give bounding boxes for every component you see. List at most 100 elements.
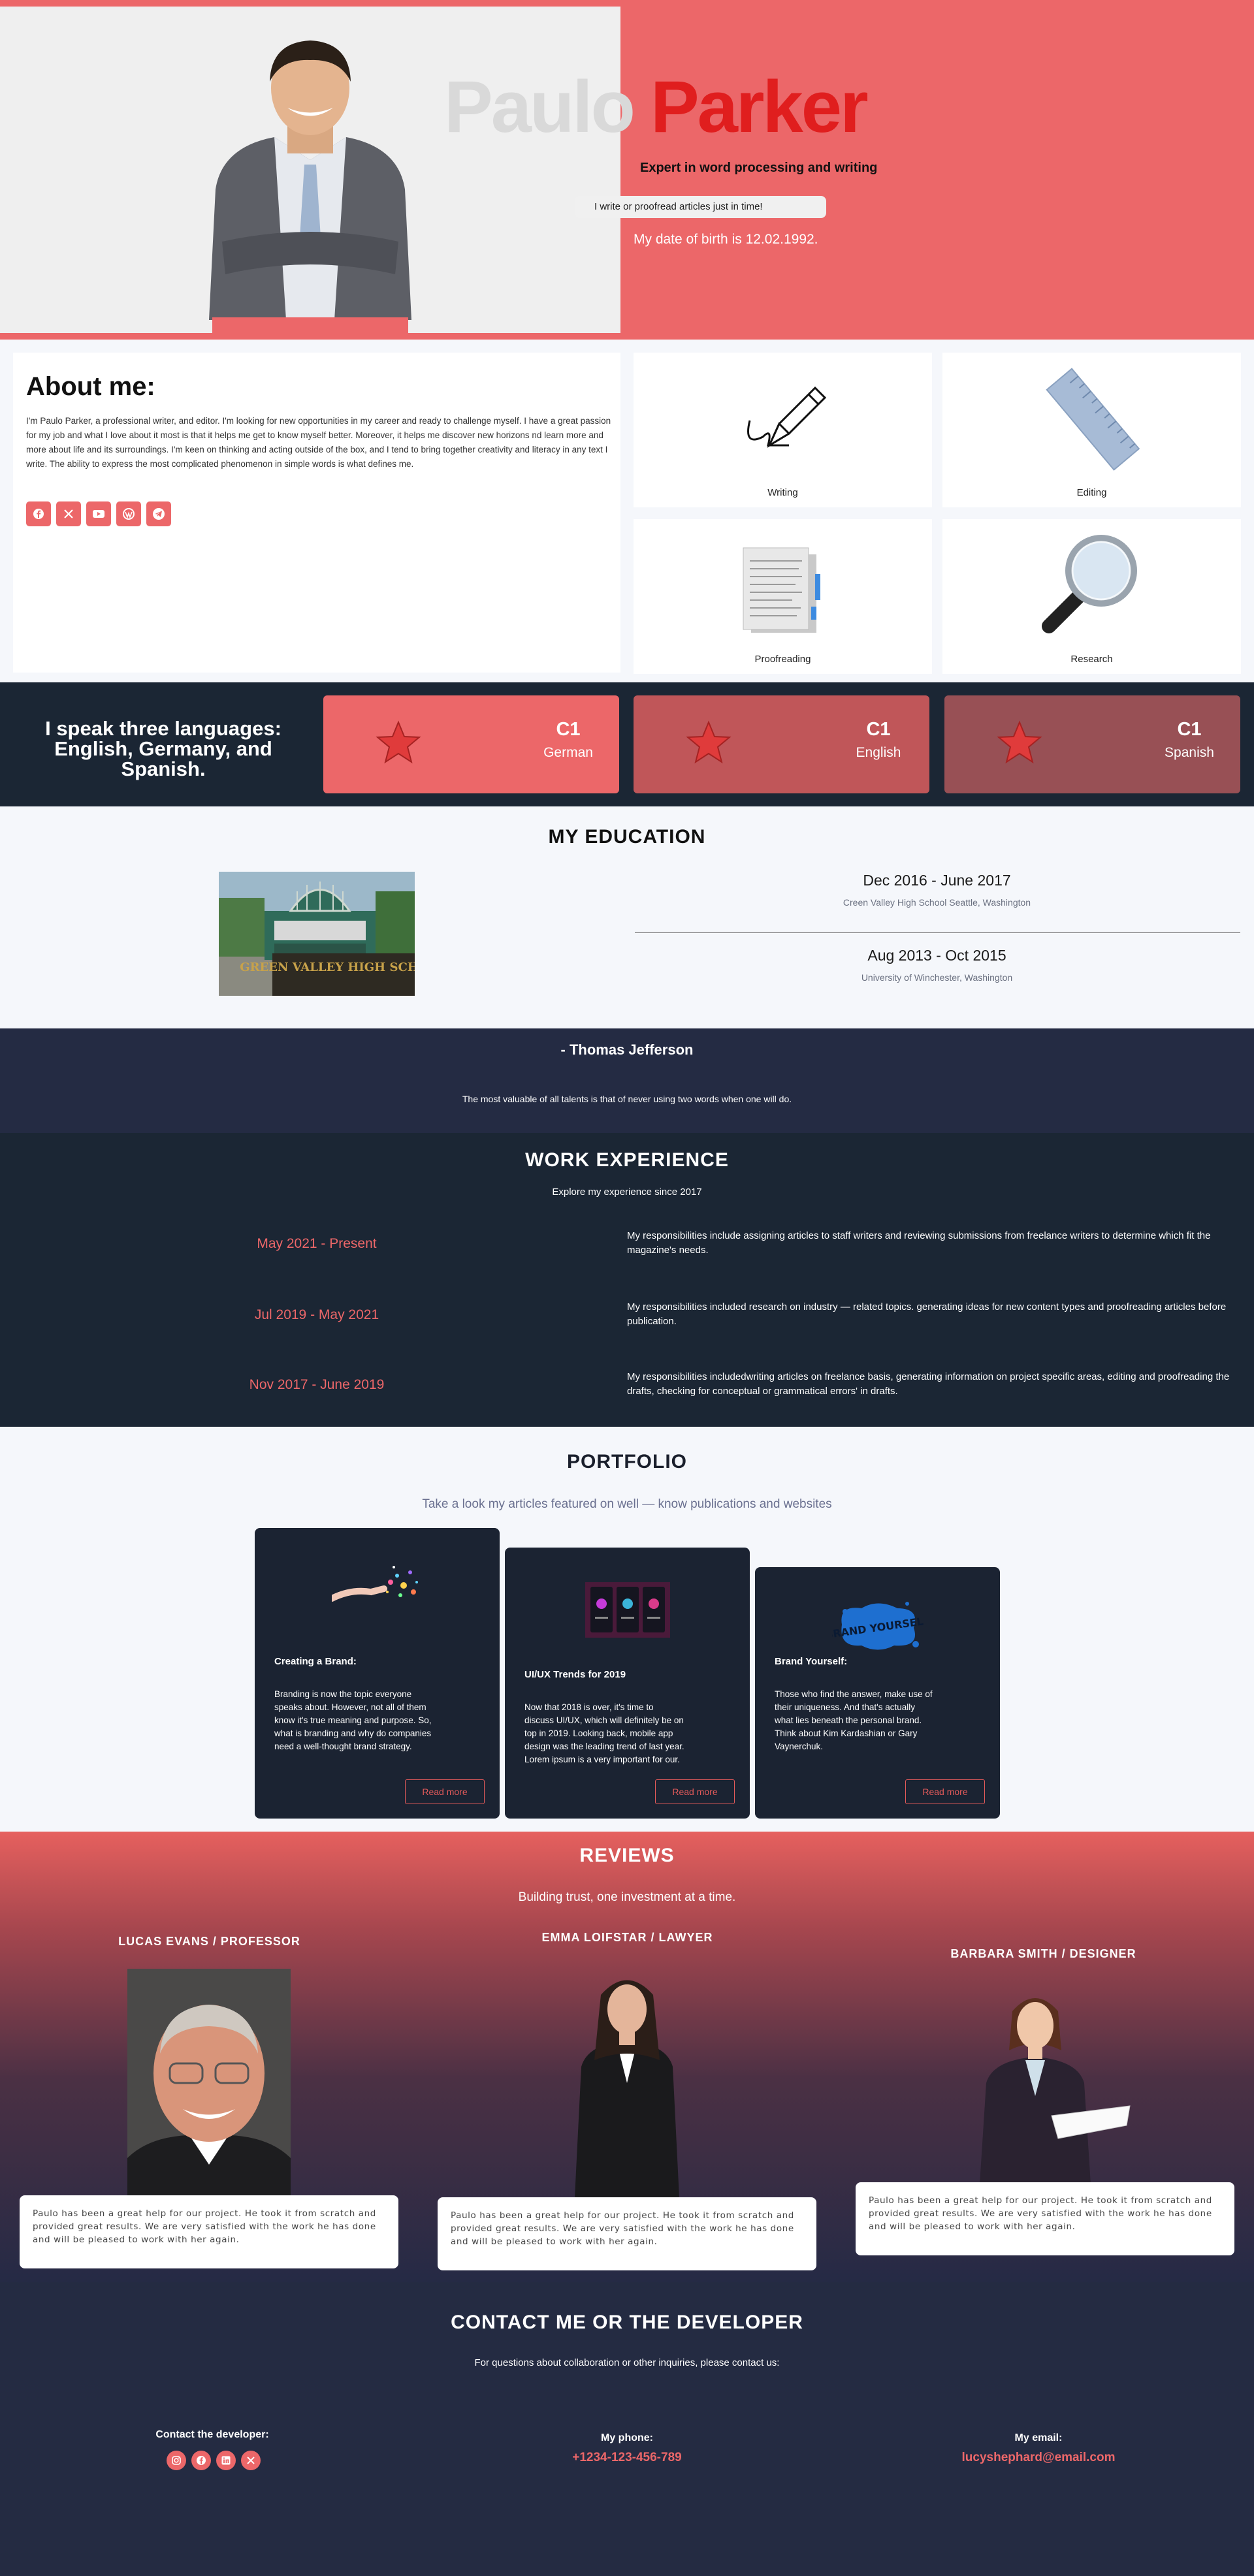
pen-icon bbox=[747, 386, 827, 448]
quote-author: - Thomas Jefferson bbox=[560, 1042, 694, 1058]
hero-subtitle: Expert in word processing and writing bbox=[640, 161, 878, 175]
skill-card-editing: Editing bbox=[942, 353, 1241, 507]
x-icon[interactable] bbox=[56, 501, 81, 526]
education-dates: Dec 2016 - June 2017 bbox=[863, 872, 1011, 889]
about-title: About me: bbox=[26, 372, 155, 401]
portfolio-card: UI/UX Trends for 2019 Now that 2018 is o… bbox=[505, 1548, 750, 1819]
star-icon bbox=[997, 720, 1042, 764]
reviews-title: REVIEWS bbox=[579, 1845, 675, 1866]
email-label: My email: bbox=[1014, 2432, 1063, 2443]
language-card-german: C1 German bbox=[323, 695, 619, 793]
youtube-icon[interactable] bbox=[86, 501, 111, 526]
reviewer-photo bbox=[575, 1980, 679, 2197]
contact-subtitle: For questions about collaboration or oth… bbox=[474, 2357, 780, 2368]
reviewer-photo bbox=[980, 1998, 1131, 2184]
reviews-subtitle: Building trust, one investment at a time… bbox=[518, 1890, 736, 1904]
developer-links bbox=[167, 2451, 261, 2470]
language-card-spanish: C1 Spanish bbox=[944, 695, 1240, 793]
language-name: German bbox=[543, 745, 593, 760]
reviewer-photo bbox=[127, 1969, 291, 2197]
skill-card-proofreading: Proofreading bbox=[634, 519, 932, 674]
x-icon[interactable] bbox=[241, 2451, 261, 2470]
review-card: Paulo has been a great help for our proj… bbox=[856, 2182, 1234, 2255]
email-link[interactable]: lucyshephard@email.com bbox=[908, 2451, 1169, 2465]
instagram-icon[interactable] bbox=[167, 2451, 186, 2470]
magnifier-icon bbox=[1042, 535, 1137, 633]
language-name: Spanish bbox=[1165, 745, 1214, 760]
star-icon bbox=[376, 720, 421, 764]
education-place: University of Winchester, Washington bbox=[861, 972, 1013, 983]
language-card-english: C1 English bbox=[634, 695, 929, 793]
work-description: My responsibilities includedwriting arti… bbox=[627, 1371, 1230, 1397]
languages-intro: I speak three languages: English, German… bbox=[45, 717, 281, 780]
work-title: WORK EXPERIENCE bbox=[525, 1149, 729, 1171]
work-dates: Jul 2019 - May 2021 bbox=[254, 1307, 379, 1322]
work-description: My responsibilities included research on… bbox=[627, 1301, 1227, 1327]
reviews-section: REVIEWS Building trust, one investment a… bbox=[0, 1832, 1254, 2282]
star-icon bbox=[686, 720, 732, 764]
portfolio-card-body: Now that 2018 is over, it's time to disc… bbox=[524, 1702, 684, 1764]
languages-section: I speak three languages: English, German… bbox=[0, 682, 1254, 806]
facebook-icon[interactable] bbox=[191, 2451, 211, 2470]
last-name: Parker bbox=[650, 66, 869, 148]
portfolio-card-body: Branding is now the topic everyone speak… bbox=[274, 1689, 432, 1751]
work-section: WORK EXPERIENCE Explore my experience si… bbox=[0, 1133, 1254, 1427]
hero-photo bbox=[0, 7, 620, 333]
language-level: C1 bbox=[1177, 719, 1202, 740]
skill-label-proofreading: Proofreading bbox=[754, 654, 811, 665]
education-title: MY EDUCATION bbox=[548, 826, 706, 848]
portfolio-card: Creating a Brand: Branding is now the to… bbox=[255, 1528, 500, 1819]
about-text: I'm Paulo Parker, a professional writer,… bbox=[26, 416, 611, 469]
skill-label-editing: Editing bbox=[1076, 487, 1107, 498]
education-item: Aug 2013 - Oct 2015 University of Winche… bbox=[635, 947, 1239, 983]
read-more-button[interactable]: Read more bbox=[405, 1779, 485, 1804]
phone-link[interactable]: +1234-123-456-789 bbox=[496, 2451, 758, 2465]
quote-text: The most valuable of all talents is that… bbox=[462, 1094, 792, 1104]
language-name: English bbox=[856, 745, 901, 760]
portfolio-title: PORTFOLIO bbox=[567, 1451, 687, 1472]
uiux-art-image bbox=[585, 1582, 670, 1638]
hero-section: Paulo Parker Expert in word processing an… bbox=[0, 0, 1254, 340]
telegram-icon[interactable] bbox=[146, 501, 171, 526]
reviewer-name: BARBARA SMITH / DESIGNER bbox=[950, 1947, 1136, 1960]
portfolio-card-title: Creating a Brand: bbox=[274, 1656, 357, 1667]
education-place: Creen Valley High School Seattle, Washin… bbox=[843, 897, 1031, 908]
skill-label-research: Research bbox=[1070, 654, 1113, 665]
contact-section: CONTACT ME OR THE DEVELOPER For question… bbox=[0, 2282, 1254, 2576]
brand-art-image bbox=[332, 1559, 423, 1615]
portfolio-card-title: Brand Yourself: bbox=[775, 1656, 848, 1667]
skill-card-writing: Writing bbox=[634, 353, 932, 507]
review-card: Paulo has been a great help for our proj… bbox=[20, 2195, 398, 2268]
facebook-icon[interactable] bbox=[26, 501, 51, 526]
read-more-button[interactable]: Read more bbox=[655, 1779, 735, 1804]
education-item: Dec 2016 - June 2017 Creen Valley High S… bbox=[635, 872, 1239, 908]
work-description: My responsibilities include assigning ar… bbox=[627, 1230, 1211, 1256]
work-dates: May 2021 - Present bbox=[257, 1236, 377, 1251]
education-section: MY EDUCATION GREEN VALLEY HIGH SCHOOL De… bbox=[0, 806, 1254, 1028]
reviewer-name: LUCAS EVANS / PROFESSOR bbox=[118, 1935, 300, 1948]
portfolio-card-body: Those who find the answer, make use of t… bbox=[775, 1689, 933, 1751]
work-subtitle: Explore my experience since 2017 bbox=[552, 1186, 702, 1198]
first-name: Paulo bbox=[444, 66, 635, 148]
school-photo: GREEN VALLEY HIGH SCHOOL bbox=[219, 872, 415, 996]
review-card: Paulo has been a great help for our proj… bbox=[438, 2197, 816, 2270]
reviewer-name: EMMA LOIFSTAR / LAWYER bbox=[541, 1931, 713, 1944]
school-sign: GREEN VALLEY HIGH SCHOOL bbox=[240, 961, 415, 974]
hero-tagline-pill: I write or proofread articles just in ti… bbox=[575, 196, 826, 218]
skill-label-writing: Writing bbox=[767, 487, 798, 498]
skill-card-research: Research bbox=[942, 519, 1241, 674]
hero-dob: My date of birth is 12.02.1992. bbox=[634, 232, 818, 247]
portfolio-section: PORTFOLIO Take a look my articles featur… bbox=[0, 1427, 1254, 1832]
hero-name: Paulo Parker bbox=[444, 71, 869, 144]
quote-section: - Thomas Jefferson The most valuable of … bbox=[0, 1028, 1254, 1133]
about-card: About me: I'm Paulo Parker, a profession… bbox=[13, 353, 620, 673]
language-level: C1 bbox=[556, 719, 581, 740]
work-dates: Nov 2017 - June 2019 bbox=[249, 1377, 385, 1392]
read-more-button[interactable]: Read more bbox=[905, 1779, 985, 1804]
developer-label: Contact the developer: bbox=[155, 2429, 269, 2440]
linkedin-icon[interactable] bbox=[216, 2451, 236, 2470]
education-dates: Aug 2013 - Oct 2015 bbox=[867, 947, 1006, 964]
phone-label: My phone: bbox=[601, 2432, 653, 2443]
contact-title: CONTACT ME OR THE DEVELOPER bbox=[451, 2312, 803, 2333]
wordpress-icon[interactable] bbox=[116, 501, 141, 526]
